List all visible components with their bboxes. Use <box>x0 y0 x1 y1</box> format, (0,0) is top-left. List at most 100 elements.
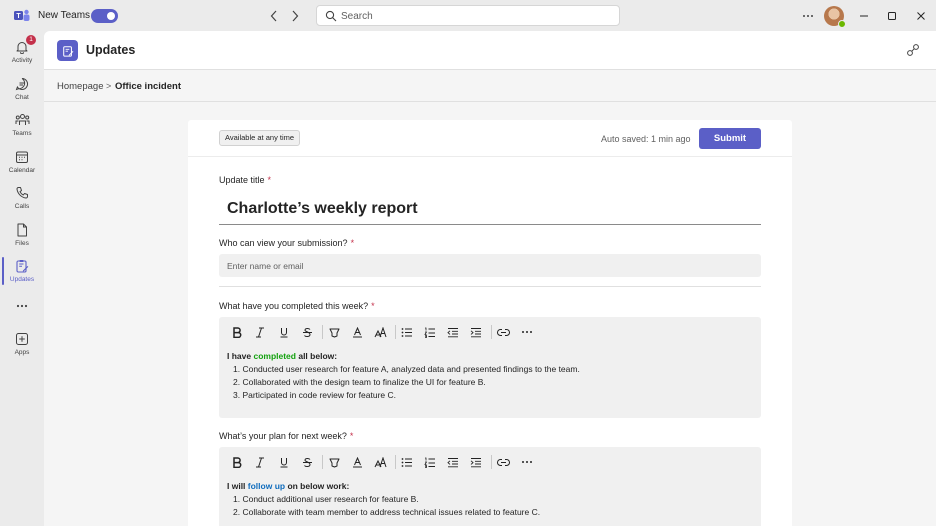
bulleted-list-button[interactable] <box>399 324 415 340</box>
underline-button[interactable] <box>276 324 292 340</box>
autosave-status: Auto saved: 1 min ago <box>601 134 691 144</box>
updates-app-icon <box>57 40 78 61</box>
update-title-field[interactable]: Charlotte’s weekly report <box>219 193 761 225</box>
updates-icon <box>16 260 29 273</box>
rail-item-teams[interactable]: Teams <box>0 109 44 143</box>
highlight-button[interactable] <box>326 324 342 340</box>
rail-item-label: Calls <box>14 203 30 210</box>
font-size-button[interactable] <box>372 324 388 340</box>
file-icon <box>17 223 27 237</box>
rail-item-calls[interactable]: Calls <box>0 182 44 216</box>
rail-item-calendar[interactable]: Calendar <box>0 146 44 180</box>
activity-badge: 1 <box>26 35 36 45</box>
svg-text:T: T <box>16 13 21 20</box>
plan-content[interactable]: I will follow up on below work: 1. Condu… <box>227 480 540 519</box>
highlight-button[interactable] <box>326 454 342 470</box>
maximize-button[interactable] <box>884 8 900 24</box>
list-item: 2. Collaborate with team member to addre… <box>233 507 541 517</box>
submit-button[interactable]: Submit <box>699 128 761 149</box>
required-mark: * <box>349 431 354 441</box>
rail-item-files[interactable]: Files <box>0 219 44 253</box>
label-text: What’s your plan for next week? <box>219 431 347 441</box>
app-name: New Teams <box>38 10 91 21</box>
more-options-button[interactable] <box>800 8 816 24</box>
forward-button[interactable] <box>288 8 302 24</box>
rail-item-chat[interactable]: Chat <box>0 73 44 107</box>
rail-item-apps[interactable]: Apps <box>0 328 44 362</box>
lead-text: I will <box>227 481 248 491</box>
toolbar-divider <box>491 455 492 469</box>
increase-indent-button[interactable] <box>468 324 484 340</box>
close-button[interactable] <box>913 8 929 24</box>
underline-icon <box>280 457 288 467</box>
rail-item-label: Calendar <box>8 167 36 174</box>
font-color-button[interactable] <box>349 454 365 470</box>
bold-button[interactable] <box>229 324 245 340</box>
breadcrumb: Homepage > Office incident <box>44 70 936 102</box>
bulleted-list-button[interactable] <box>399 454 415 470</box>
more-horizontal-icon <box>803 15 813 17</box>
toolbar-divider <box>322 325 323 339</box>
increase-indent-button[interactable] <box>468 454 484 470</box>
lead-highlight: completed <box>253 351 296 361</box>
completed-editor[interactable]: I have completed all below: 1. Conducted… <box>219 317 761 418</box>
rail-item-more[interactable] <box>0 295 44 329</box>
bold-button[interactable] <box>229 454 245 470</box>
completed-lead: I have completed all below: <box>227 350 580 363</box>
strikethrough-button[interactable] <box>299 454 315 470</box>
font-color-button[interactable] <box>349 324 365 340</box>
search-input[interactable] <box>341 9 611 23</box>
main-content: Updates Homepage > Office incident Avail… <box>44 31 936 526</box>
font-size-button[interactable] <box>372 454 388 470</box>
breadcrumb-separator: > <box>106 81 112 91</box>
add-apps-icon <box>16 333 28 345</box>
rail-item-updates[interactable]: Updates <box>0 255 44 289</box>
decrease-indent-button[interactable] <box>445 454 461 470</box>
italic-button[interactable] <box>252 324 268 340</box>
new-teams-toggle[interactable] <box>91 9 118 23</box>
strikethrough-button[interactable] <box>299 324 315 340</box>
italic-button[interactable] <box>252 454 268 470</box>
back-button[interactable] <box>267 8 281 24</box>
label-text: What have you completed this week? <box>219 301 369 311</box>
breadcrumb-current: Office incident <box>115 81 181 92</box>
rail-item-label: Updates <box>9 276 35 283</box>
decrease-indent-button[interactable] <box>445 324 461 340</box>
insert-link-button[interactable] <box>495 324 511 340</box>
who-can-view-field[interactable] <box>219 254 761 277</box>
teams-icon <box>15 114 29 125</box>
numbered-list-button[interactable] <box>422 454 438 470</box>
chevron-right-icon <box>292 10 299 22</box>
rail-item-activity[interactable]: 1 Activity <box>0 35 44 70</box>
insert-link-button[interactable] <box>495 454 511 470</box>
presence-status-icon <box>838 20 846 28</box>
underline-button[interactable] <box>276 454 292 470</box>
plan-editor[interactable]: I will follow up on below work: 1. Condu… <box>219 447 761 526</box>
font-size-icon <box>374 456 386 467</box>
required-mark: * <box>350 238 355 248</box>
bold-icon <box>233 456 242 468</box>
rail-item-label: Teams <box>12 130 32 137</box>
minimize-button[interactable] <box>856 8 872 24</box>
more-formatting-button[interactable] <box>519 454 535 470</box>
maximize-icon <box>888 12 896 20</box>
completed-content[interactable]: I have completed all below: 1. Conducted… <box>227 350 580 402</box>
close-icon <box>917 12 925 20</box>
rail-item-label: Chat <box>15 94 29 101</box>
underline-icon <box>280 327 288 337</box>
more-formatting-button[interactable] <box>519 324 535 340</box>
breadcrumb-home[interactable]: Homepage <box>57 81 103 92</box>
lead-text: I have <box>227 351 254 361</box>
list-item: 1. Conduct additional user research for … <box>233 494 419 504</box>
chat-icon <box>15 78 28 91</box>
viewer-input[interactable] <box>227 259 727 272</box>
bulleted-list-icon <box>401 457 412 467</box>
title-bar: T New Teams <box>0 0 936 31</box>
user-avatar[interactable] <box>824 6 846 28</box>
italic-icon <box>256 457 264 467</box>
numbered-list-button[interactable] <box>422 324 438 340</box>
popout-icon[interactable] <box>906 43 920 57</box>
search-icon <box>325 10 337 22</box>
list-item: 1. Conducted user research for feature A… <box>233 364 580 374</box>
search-box[interactable] <box>316 5 620 26</box>
